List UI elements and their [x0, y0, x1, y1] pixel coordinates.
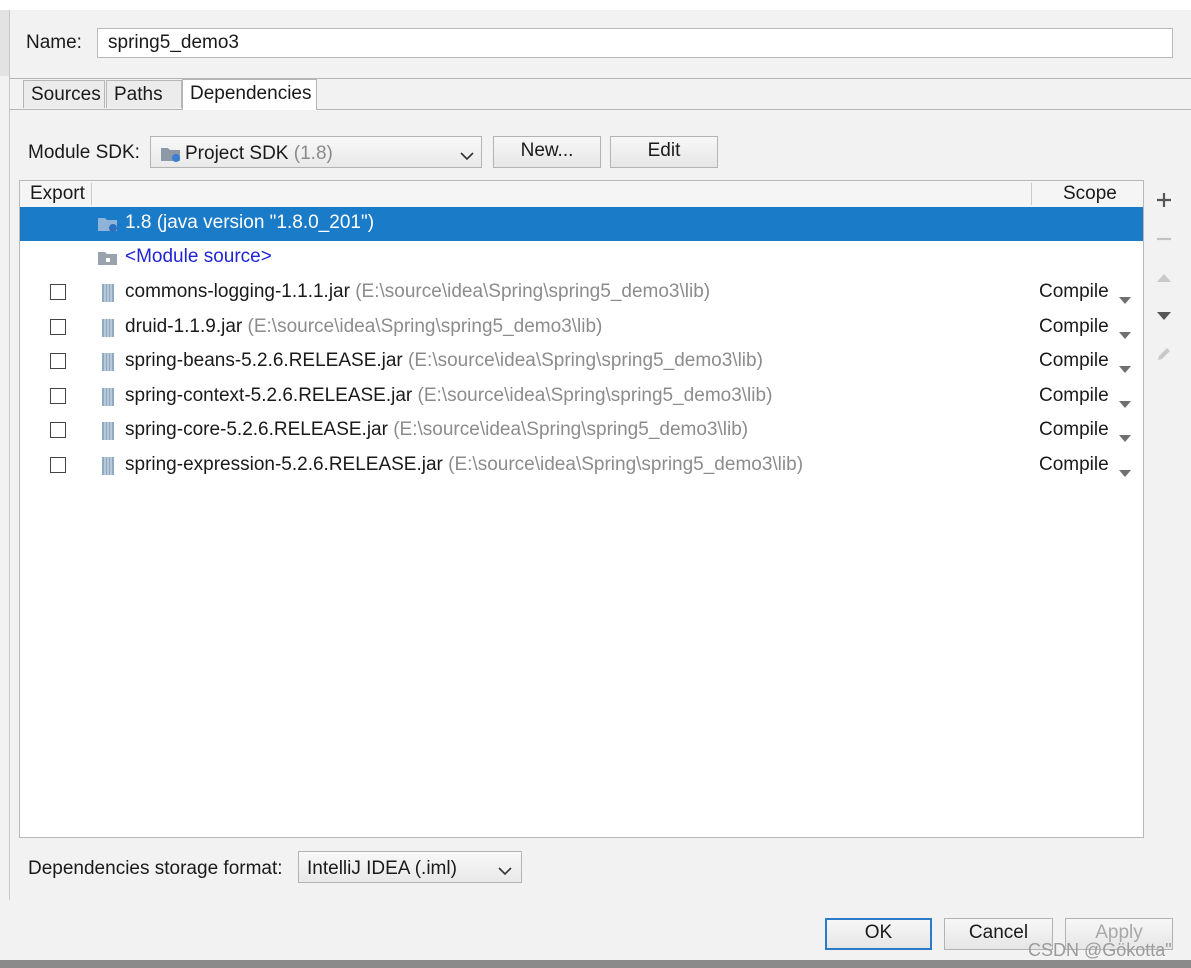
dependencies-table: Export Scope 1.8 (java version "1.8.0_20…: [19, 180, 1144, 838]
sdk-row-label: 1.8 (java version "1.8.0_201"): [125, 212, 375, 233]
scope-select[interactable]: Compile: [1039, 419, 1109, 441]
chevron-down-icon: [459, 146, 475, 168]
tab-sources[interactable]: Sources: [23, 80, 105, 108]
sdk-row[interactable]: 1.8 (java version "1.8.0_201"): [20, 207, 1143, 241]
jar-icon: [100, 421, 116, 447]
left-notch: [0, 10, 9, 76]
storage-format-select[interactable]: IntelliJ IDEA (.iml): [298, 851, 522, 883]
name-label: Name:: [26, 32, 82, 53]
dependency-row[interactable]: spring-beans-5.2.6.RELEASE.jar (E:\sourc…: [20, 345, 1143, 379]
export-checkbox[interactable]: [50, 318, 66, 335]
dependency-path: (E:\source\idea\Spring\spring5_demo3\lib…: [247, 315, 603, 337]
scope-dropdown-icon[interactable]: [1118, 324, 1132, 346]
table-header: Export Scope: [20, 181, 1143, 208]
jar-icon: [100, 387, 116, 413]
scope-dropdown-icon[interactable]: [1118, 427, 1132, 449]
dependency-name: druid-1.1.9.jar: [125, 315, 243, 337]
side-toolbar: [1145, 180, 1183, 838]
module-sdk-selected: Project SDK: [185, 143, 289, 164]
dependency-row[interactable]: spring-expression-5.2.6.RELEASE.jar (E:\…: [20, 449, 1143, 483]
export-checkbox[interactable]: [50, 422, 66, 438]
move-down-icon[interactable]: [1154, 306, 1174, 332]
dependency-path: (E:\source\idea\Spring\spring5_demo3\lib…: [393, 419, 749, 440]
dependency-path: (E:\source\idea\Spring\spring5_demo3\lib…: [448, 453, 804, 475]
left-edge: [0, 10, 10, 900]
export-checkbox[interactable]: [50, 387, 66, 404]
module-sdk-value: Project SDK (1.8): [185, 143, 333, 165]
new-sdk-button[interactable]: New...: [493, 136, 601, 168]
plus-icon[interactable]: [1154, 190, 1174, 216]
jdk-folder-icon: [160, 145, 182, 169]
export-checkbox[interactable]: [50, 284, 66, 300]
scope-select[interactable]: Compile: [1039, 281, 1109, 303]
module-sdk-select[interactable]: Project SDK (1.8): [150, 136, 482, 168]
top-strip: [0, 0, 1191, 10]
export-column-header[interactable]: Export: [30, 183, 85, 205]
watermark: CSDN @Gökotta": [1028, 940, 1172, 960]
dependency-name: spring-expression-5.2.6.RELEASE.jar: [125, 453, 443, 475]
dependency-name: spring-core-5.2.6.RELEASE.jar: [125, 419, 388, 440]
taskbar-strip: [0, 960, 1191, 968]
export-checkbox[interactable]: [50, 456, 66, 473]
module-sdk-version: (1.8): [293, 143, 333, 164]
module-source-label: <Module source>: [125, 246, 272, 267]
tab-paths[interactable]: Paths: [106, 80, 182, 108]
minus-icon[interactable]: [1154, 229, 1174, 255]
dependency-name: spring-context-5.2.6.RELEASE.jar: [125, 384, 413, 406]
dependency-path: (E:\source\idea\Spring\spring5_demo3\lib…: [355, 281, 711, 302]
name-input[interactable]: spring5_demo3: [97, 28, 1173, 58]
jar-icon: [100, 352, 116, 378]
storage-format-label: Dependencies storage format:: [28, 858, 283, 879]
scope-dropdown-icon[interactable]: [1118, 358, 1132, 380]
dependency-path: (E:\source\idea\Spring\spring5_demo3\lib…: [417, 384, 773, 406]
jar-icon: [100, 318, 116, 344]
ok-button[interactable]: OK: [825, 918, 932, 950]
dependency-row[interactable]: spring-core-5.2.6.RELEASE.jar (E:\source…: [20, 414, 1143, 448]
scope-dropdown-icon[interactable]: [1118, 289, 1132, 311]
scope-dropdown-icon[interactable]: [1118, 393, 1132, 415]
column-divider[interactable]: [1031, 183, 1032, 205]
dependency-name: spring-beans-5.2.6.RELEASE.jar: [125, 350, 403, 371]
scope-dropdown-icon[interactable]: [1118, 462, 1132, 484]
tab-dependencies[interactable]: Dependencies: [182, 79, 317, 110]
jar-icon: [100, 283, 116, 309]
dependency-row[interactable]: commons-logging-1.1.1.jar (E:\source\ide…: [20, 276, 1143, 310]
scope-select[interactable]: Compile: [1039, 454, 1109, 476]
column-divider[interactable]: [91, 183, 92, 205]
dependency-row[interactable]: spring-context-5.2.6.RELEASE.jar (E:\sou…: [20, 380, 1143, 414]
jar-icon: [100, 456, 116, 482]
scope-column-header[interactable]: Scope: [1063, 183, 1117, 205]
move-up-icon[interactable]: [1154, 268, 1174, 294]
jdk-folder-icon: [97, 215, 119, 239]
dependency-row[interactable]: druid-1.1.9.jar (E:\source\idea\Spring\s…: [20, 311, 1143, 345]
module-source-row[interactable]: <Module source>: [20, 241, 1143, 275]
dependency-path: (E:\source\idea\Spring\spring5_demo3\lib…: [408, 350, 763, 371]
scope-select[interactable]: Compile: [1039, 316, 1109, 338]
chevron-down-icon: [497, 861, 513, 883]
module-folder-icon: [97, 249, 119, 273]
scope-select[interactable]: Compile: [1039, 350, 1109, 372]
scope-select[interactable]: Compile: [1039, 385, 1109, 407]
edit-sdk-button[interactable]: Edit: [610, 136, 718, 168]
export-checkbox[interactable]: [50, 353, 66, 369]
module-sdk-label: Module SDK:: [28, 142, 140, 163]
dependency-name: commons-logging-1.1.1.jar: [125, 281, 350, 302]
edit-pencil-icon[interactable]: [1154, 344, 1174, 370]
storage-format-value: IntelliJ IDEA (.iml): [307, 858, 457, 879]
